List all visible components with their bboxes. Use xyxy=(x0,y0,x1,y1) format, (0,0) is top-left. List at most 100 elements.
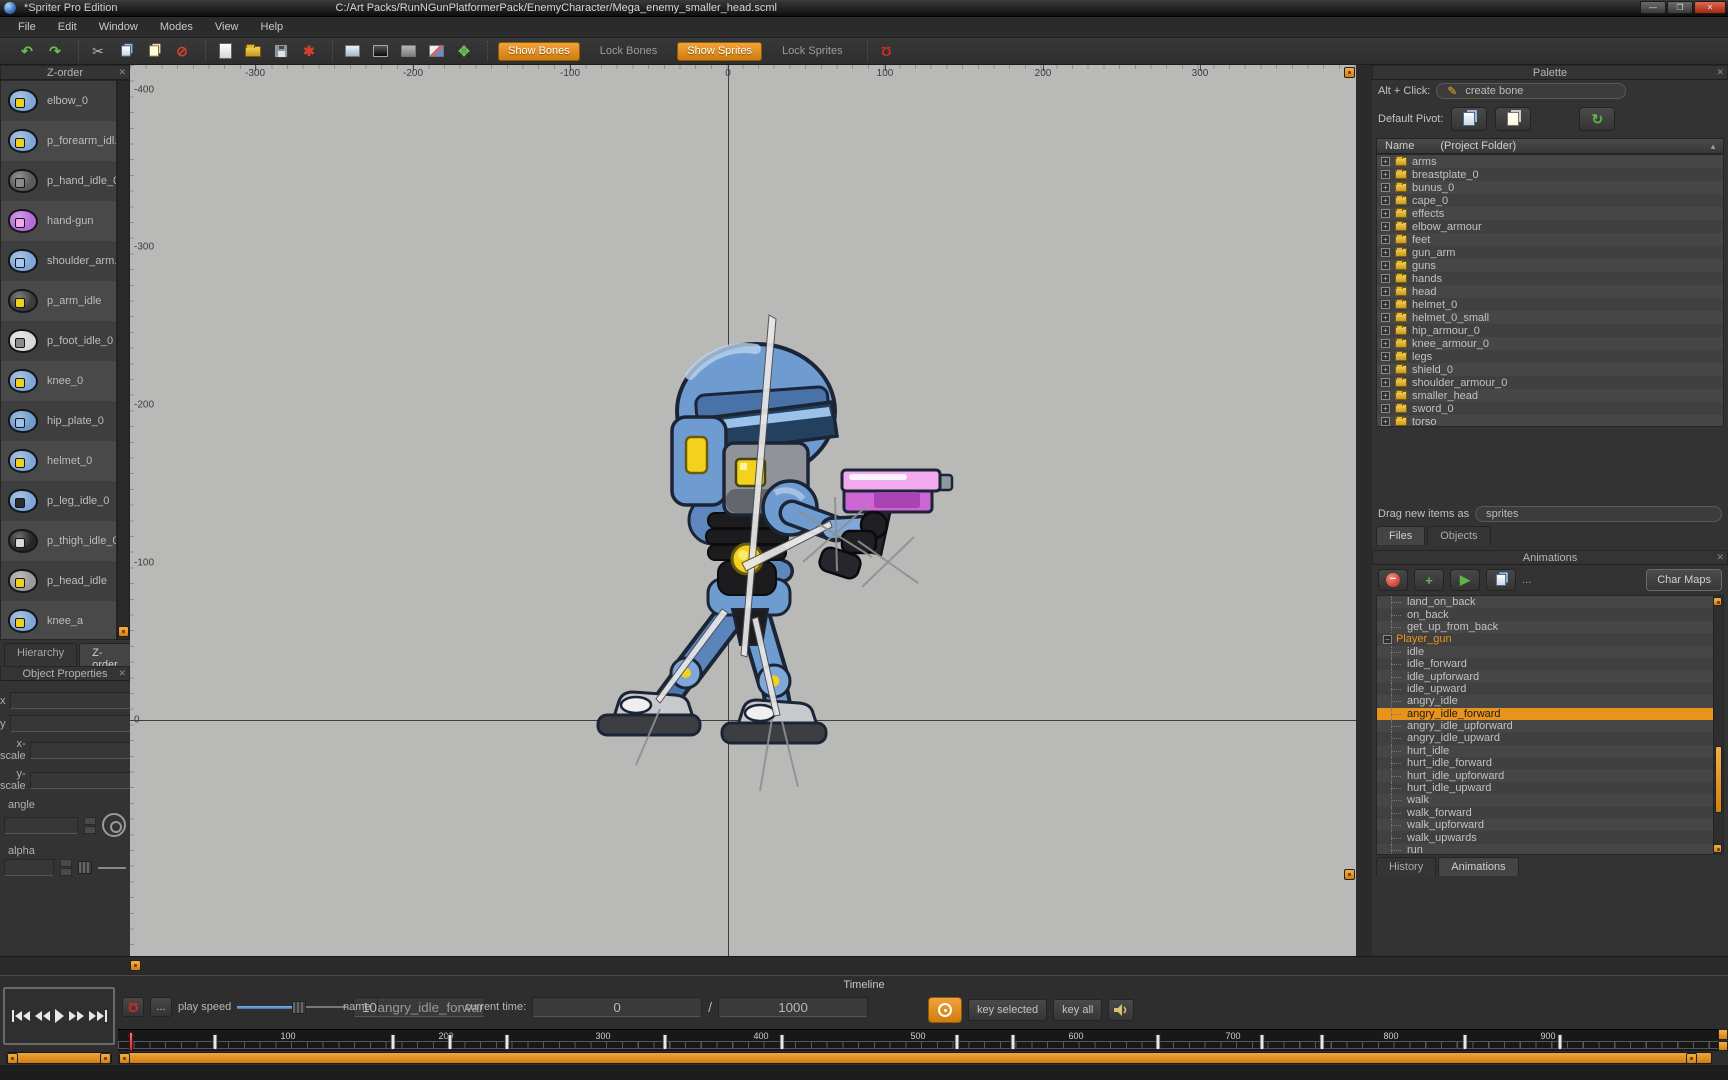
menu-item[interactable]: Modes xyxy=(150,19,203,35)
panel-tab[interactable]: Files xyxy=(1376,526,1425,545)
panel-tab[interactable]: Objects xyxy=(1427,526,1490,545)
animation-item[interactable]: − walk_upforward xyxy=(1377,819,1723,831)
panel-view-4-icon[interactable] xyxy=(427,42,445,60)
zorder-item[interactable]: knee_a xyxy=(1,601,116,640)
expand-icon[interactable]: + xyxy=(1381,261,1390,270)
collapse-caret-icon[interactable]: ▲ xyxy=(1709,142,1717,151)
spinner-buttons[interactable] xyxy=(60,859,72,876)
folder-row[interactable]: + legs xyxy=(1377,350,1723,363)
expand-icon[interactable]: + xyxy=(1381,287,1390,296)
expand-icon[interactable]: + xyxy=(1381,365,1390,374)
canvas-scroll-hint[interactable] xyxy=(1344,67,1355,78)
animation-item[interactable]: − angry_idle_upward xyxy=(1377,732,1723,744)
zorder-item[interactable]: hip_plate_0 xyxy=(1,401,116,441)
folder-row[interactable]: + gun_arm xyxy=(1377,246,1723,259)
expand-icon[interactable]: + xyxy=(1381,235,1390,244)
close-panel-icon[interactable]: ✕ xyxy=(1716,552,1724,563)
menu-item[interactable]: Help xyxy=(251,19,294,35)
zorder-item[interactable]: p_head_idle xyxy=(1,561,116,601)
menu-item[interactable]: Edit xyxy=(48,19,87,35)
keyframe-marker[interactable] xyxy=(780,1034,785,1050)
keyframe-marker[interactable] xyxy=(213,1034,218,1050)
zorder-item[interactable]: knee_0 xyxy=(1,361,116,401)
minimize-button[interactable]: — xyxy=(1640,1,1666,14)
zorder-item[interactable]: hand-gun xyxy=(1,201,116,241)
zorder-item[interactable]: p_thigh_idle_0 xyxy=(1,521,116,561)
keyframe-marker[interactable] xyxy=(1260,1034,1265,1050)
delete-icon[interactable]: ⊘ xyxy=(173,42,191,60)
panel-view-2-icon[interactable] xyxy=(371,42,389,60)
animations-scrollbar[interactable] xyxy=(1713,596,1723,854)
folder-row[interactable]: + smaller_head xyxy=(1377,389,1723,402)
snap-magnet-icon[interactable]: Ω xyxy=(878,42,896,60)
playhead[interactable] xyxy=(129,1032,133,1051)
expand-icon[interactable]: + xyxy=(1381,391,1390,400)
folder-row[interactable]: + hands xyxy=(1377,272,1723,285)
expand-icon[interactable]: + xyxy=(1381,417,1390,426)
keyframe-marker[interactable] xyxy=(1463,1034,1468,1050)
zorder-item[interactable]: helmet_0 xyxy=(1,441,116,481)
toolbar-toggle-button[interactable]: Show Bones xyxy=(498,42,580,61)
expand-icon[interactable]: + xyxy=(1381,352,1390,361)
animation-item[interactable]: − hurt_idle_forward xyxy=(1377,757,1723,769)
copy-icon[interactable] xyxy=(117,42,135,60)
more-options-button[interactable]: ... xyxy=(1522,574,1531,586)
expand-icon[interactable]: + xyxy=(1381,326,1390,335)
play-speed-slider[interactable] xyxy=(237,1001,347,1013)
duration-input[interactable] xyxy=(718,997,868,1017)
folder-row[interactable]: + sword_0 xyxy=(1377,402,1723,415)
close-panel-icon[interactable]: ✕ xyxy=(1716,67,1724,78)
cut-icon[interactable]: ✂ xyxy=(89,42,107,60)
expand-icon[interactable]: + xyxy=(1381,300,1390,309)
import-icon[interactable]: ✱ xyxy=(300,42,318,60)
animation-item[interactable]: − idle_upforward xyxy=(1377,670,1723,682)
animation-item[interactable]: − Player_gun xyxy=(1377,633,1723,645)
expand-icon[interactable]: + xyxy=(1381,222,1390,231)
expand-icon[interactable]: + xyxy=(1381,209,1390,218)
keyframe-marker[interactable] xyxy=(1011,1034,1016,1050)
alpha-slider-handle[interactable] xyxy=(78,861,92,874)
paste-pivot-button[interactable] xyxy=(1495,107,1531,131)
close-panel-icon[interactable]: ✕ xyxy=(118,668,126,679)
close-panel-icon[interactable]: ✕ xyxy=(118,67,126,78)
expand-icon[interactable]: + xyxy=(1381,248,1390,257)
folder-row[interactable]: + hip_armour_0 xyxy=(1377,324,1723,337)
paste-icon[interactable] xyxy=(145,42,163,60)
angle-input[interactable] xyxy=(4,817,78,834)
maximize-button[interactable]: ❐ xyxy=(1667,1,1693,14)
new-animation-button[interactable]: + xyxy=(1414,569,1444,591)
panel-tab[interactable]: Animations xyxy=(1438,857,1518,876)
folder-row[interactable]: + shoulder_armour_0 xyxy=(1377,376,1723,389)
playback-scrollbar[interactable] xyxy=(6,1052,112,1064)
play-speed-handle[interactable] xyxy=(292,1001,306,1014)
scrollbar-handle[interactable] xyxy=(119,1053,130,1064)
animation-item[interactable]: − on_back xyxy=(1377,608,1723,620)
duplicate-animation-button[interactable]: ▶ xyxy=(1450,569,1480,591)
panel-tab[interactable]: History xyxy=(1376,857,1436,876)
expand-icon[interactable]: + xyxy=(1381,404,1390,413)
keyframe-marker[interactable] xyxy=(391,1034,396,1050)
create-bone-button[interactable]: ✎ create bone xyxy=(1436,83,1626,99)
timeline-ruler[interactable]: 0100200300400500600700800900 xyxy=(118,1029,1718,1051)
animation-item[interactable]: − hurt_idle xyxy=(1377,745,1723,757)
char-maps-button[interactable]: Char Maps xyxy=(1646,569,1722,591)
keyframe-marker[interactable] xyxy=(448,1034,453,1050)
ruler-scroll-buttons[interactable] xyxy=(1718,1029,1728,1051)
drag-items-select[interactable]: sprites xyxy=(1475,506,1722,522)
toolbar-toggle-button[interactable]: Lock Sprites xyxy=(772,42,853,61)
expand-icon[interactable]: + xyxy=(1381,274,1390,283)
new-file-icon[interactable] xyxy=(216,42,234,60)
animation-canvas[interactable]: -300-200-1000100200300 -400-300-200-1000 xyxy=(130,65,1356,956)
expand-icon[interactable]: + xyxy=(1381,378,1390,387)
key-frame-button[interactable] xyxy=(928,997,962,1023)
panel-view-3-icon[interactable] xyxy=(399,42,417,60)
folder-row[interactable]: + cape_0 xyxy=(1377,194,1723,207)
sound-button[interactable] xyxy=(1108,999,1134,1021)
folder-row[interactable]: + feet xyxy=(1377,233,1723,246)
undo-icon[interactable]: ↶ xyxy=(18,42,36,60)
expand-icon[interactable]: + xyxy=(1381,170,1390,179)
expand-icon[interactable]: + xyxy=(1381,339,1390,348)
scrollbar-handle[interactable] xyxy=(100,1053,111,1064)
folder-row[interactable]: + guns xyxy=(1377,259,1723,272)
timeline-magnet-button[interactable]: Ω xyxy=(122,997,144,1017)
